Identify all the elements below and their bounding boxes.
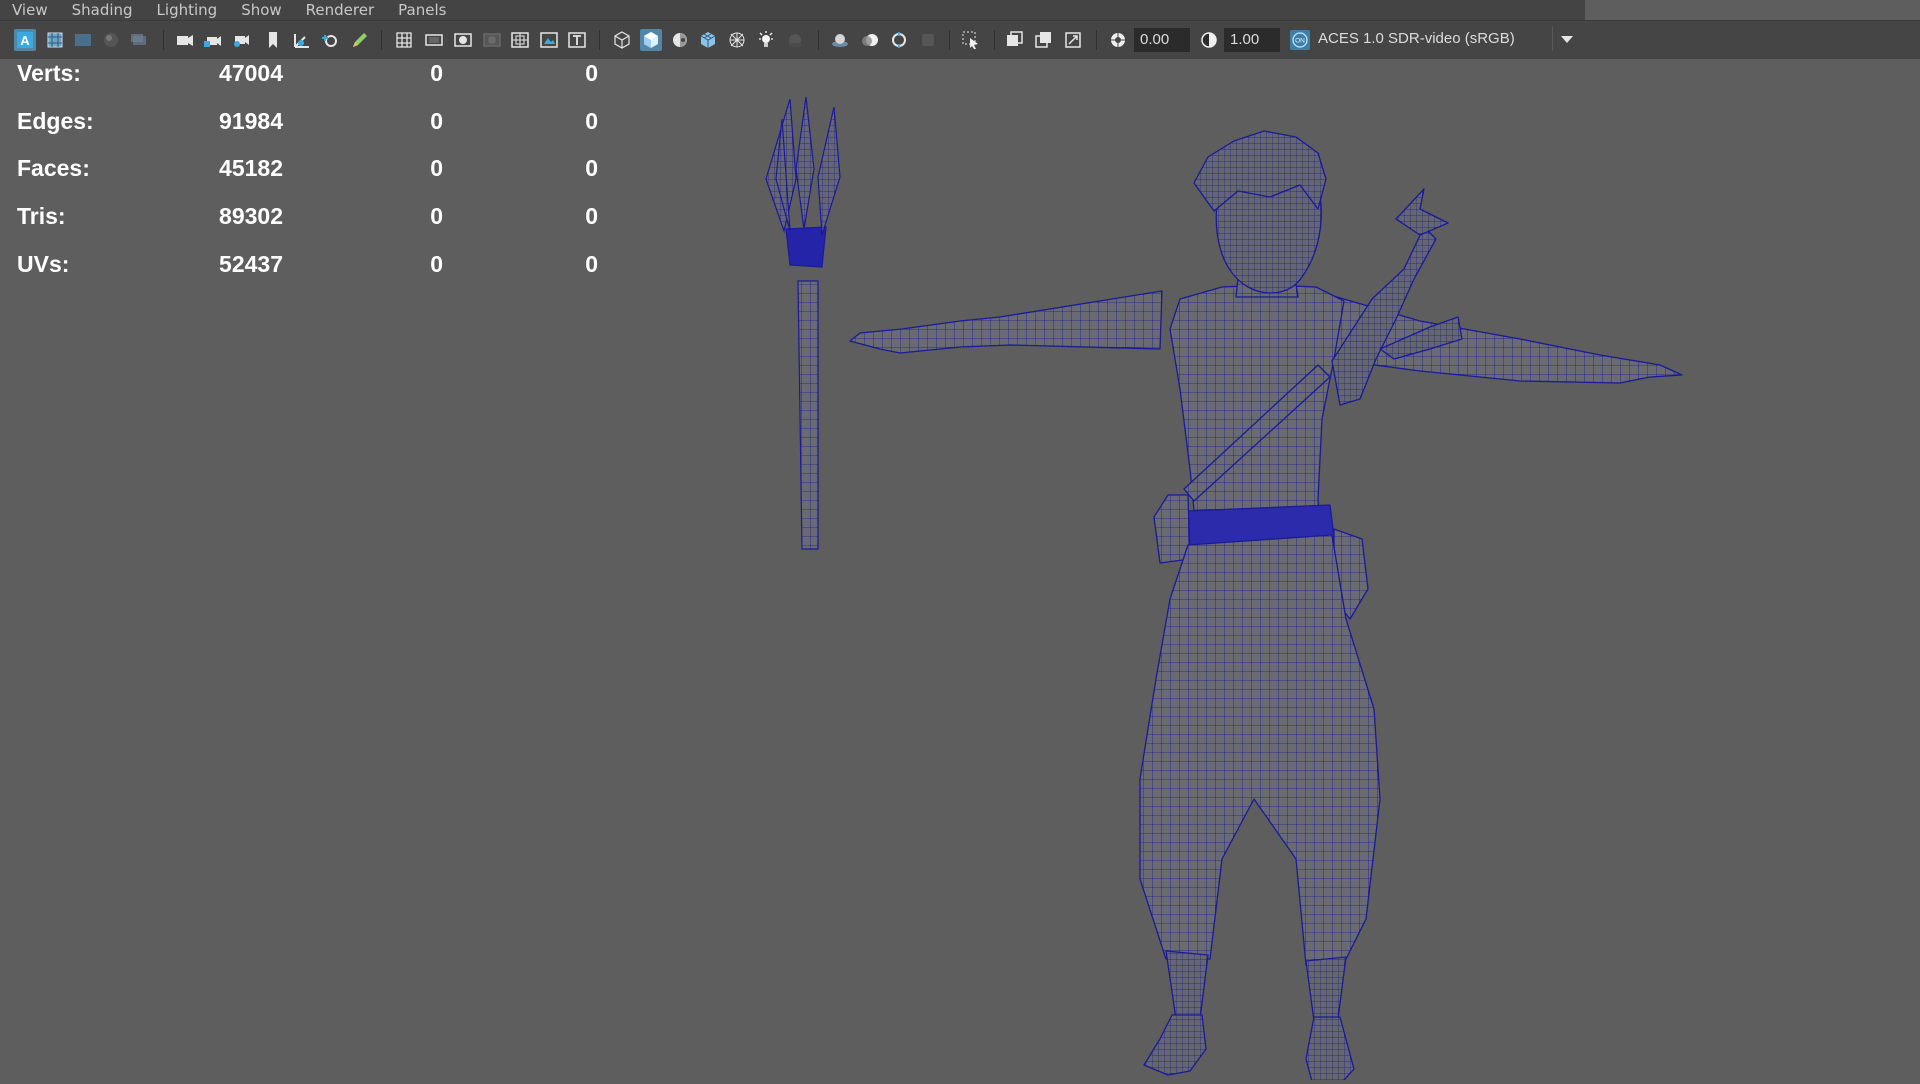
toolbar-separator <box>994 30 995 50</box>
menu-view[interactable]: View <box>0 0 60 20</box>
isolate-select-icon[interactable] <box>960 29 982 51</box>
hud-value: 89302 <box>219 203 283 229</box>
hud-components: 0 <box>585 203 598 229</box>
screen-space-ao-icon[interactable] <box>829 29 851 51</box>
safe-title-icon[interactable] <box>566 29 588 51</box>
panel-toolbar: A 0.00 1.00 ON <box>0 20 1920 59</box>
color-management-badge: ON <box>1295 38 1305 45</box>
hud-row-faces: Faces: 45182 0 0 <box>0 155 620 185</box>
grease-pencil-icon[interactable] <box>128 29 150 51</box>
menu-panels[interactable]: Panels <box>386 0 458 20</box>
anti-aliasing-icon[interactable] <box>888 29 910 51</box>
motion-blur-icon[interactable] <box>859 29 881 51</box>
hud-label: Edges: <box>17 108 94 134</box>
hud-value: 47004 <box>219 60 283 86</box>
color-management-icon[interactable]: ON <box>1289 29 1311 51</box>
hud-value: 91984 <box>219 108 283 134</box>
smooth-shade-icon[interactable] <box>640 29 662 51</box>
svg-text:A: A <box>20 33 30 48</box>
menu-lighting[interactable]: Lighting <box>145 0 230 20</box>
menu-show[interactable]: Show <box>229 0 293 20</box>
use-lights-icon[interactable] <box>755 29 777 51</box>
xray-icon[interactable] <box>726 29 748 51</box>
spear-model[interactable] <box>765 96 841 550</box>
camera-icon[interactable] <box>174 29 196 51</box>
exposure-field[interactable]: 0.00 <box>1134 28 1190 52</box>
2d-pan-icon[interactable] <box>290 29 312 51</box>
hud-value: 52437 <box>219 251 283 277</box>
hud-label: Faces: <box>17 155 90 181</box>
bookmarks-icon[interactable] <box>72 29 94 51</box>
hud-components: 0 <box>585 251 598 277</box>
gate-mask-icon[interactable] <box>481 29 503 51</box>
hud-selected: 0 <box>430 60 443 86</box>
wireframe-on-shaded-icon[interactable] <box>697 29 719 51</box>
menu-shading[interactable]: Shading <box>60 0 145 20</box>
hud-row-tris: Tris: 89302 0 0 <box>0 203 620 233</box>
safe-action-icon[interactable] <box>538 29 560 51</box>
pencil-icon[interactable] <box>349 29 371 51</box>
xray-joints-icon[interactable] <box>1004 29 1026 51</box>
hud-selected: 0 <box>430 155 443 181</box>
toolbar-separator <box>818 30 819 50</box>
hud-row-edges: Edges: 91984 0 0 <box>0 108 620 138</box>
gamma-field[interactable]: 1.00 <box>1224 28 1280 52</box>
color-space-label[interactable]: ACES 1.0 SDR-video (sRGB) <box>1318 20 1580 58</box>
character-model[interactable] <box>849 130 1683 1084</box>
hud-label: UVs: <box>17 251 70 277</box>
resolution-gate-icon[interactable] <box>452 29 474 51</box>
default-material-icon[interactable] <box>669 29 691 51</box>
hud-value: 45182 <box>219 155 283 181</box>
camera-navigate-icon[interactable] <box>319 29 341 51</box>
select-camera-icon[interactable]: A <box>14 29 36 51</box>
camera-attributes-icon[interactable] <box>44 29 66 51</box>
gamma-icon[interactable] <box>1198 29 1220 51</box>
xray-active-icon[interactable] <box>1033 29 1055 51</box>
chevron-down-icon[interactable] <box>1552 27 1581 51</box>
camera-pan-icon[interactable] <box>230 29 252 51</box>
toolbar-separator <box>381 30 382 50</box>
hud-components: 0 <box>585 108 598 134</box>
toolbar-separator <box>163 30 164 50</box>
hud-selected: 0 <box>430 251 443 277</box>
hud-components: 0 <box>585 155 598 181</box>
menu-renderer[interactable]: Renderer <box>294 0 386 20</box>
depth-of-field-icon[interactable] <box>917 29 939 51</box>
hud-row-uvs: UVs: 52437 0 0 <box>0 251 620 281</box>
hud-row-verts: Verts: 47004 0 0 <box>0 60 620 90</box>
exposure-icon[interactable] <box>1107 29 1129 51</box>
film-gate-icon[interactable] <box>423 29 445 51</box>
wireframe-icon[interactable] <box>611 29 633 51</box>
panel-menu-bar: View Shading Lighting Show Renderer Pane… <box>0 0 1585 20</box>
hud-label: Verts: <box>17 60 81 86</box>
bookmark-icon[interactable] <box>262 29 284 51</box>
field-chart-icon[interactable] <box>509 29 531 51</box>
grid-icon[interactable] <box>393 29 415 51</box>
toolbar-separator <box>1096 30 1097 50</box>
hud-selected: 0 <box>430 108 443 134</box>
hud-selected: 0 <box>430 203 443 229</box>
shadows-icon[interactable] <box>784 29 806 51</box>
image-plane-icon[interactable] <box>100 29 122 51</box>
toolbar-separator <box>949 30 950 50</box>
hud-label: Tris: <box>17 203 66 229</box>
camera-lock-icon[interactable] <box>202 29 224 51</box>
menubar-empty-area <box>1585 0 1920 20</box>
poly-count-hud: Verts: 47004 0 0 Edges: 91984 0 0 Faces:… <box>0 58 620 298</box>
hud-components: 0 <box>585 60 598 86</box>
backface-icon[interactable] <box>1062 29 1084 51</box>
toolbar-separator <box>599 30 600 50</box>
